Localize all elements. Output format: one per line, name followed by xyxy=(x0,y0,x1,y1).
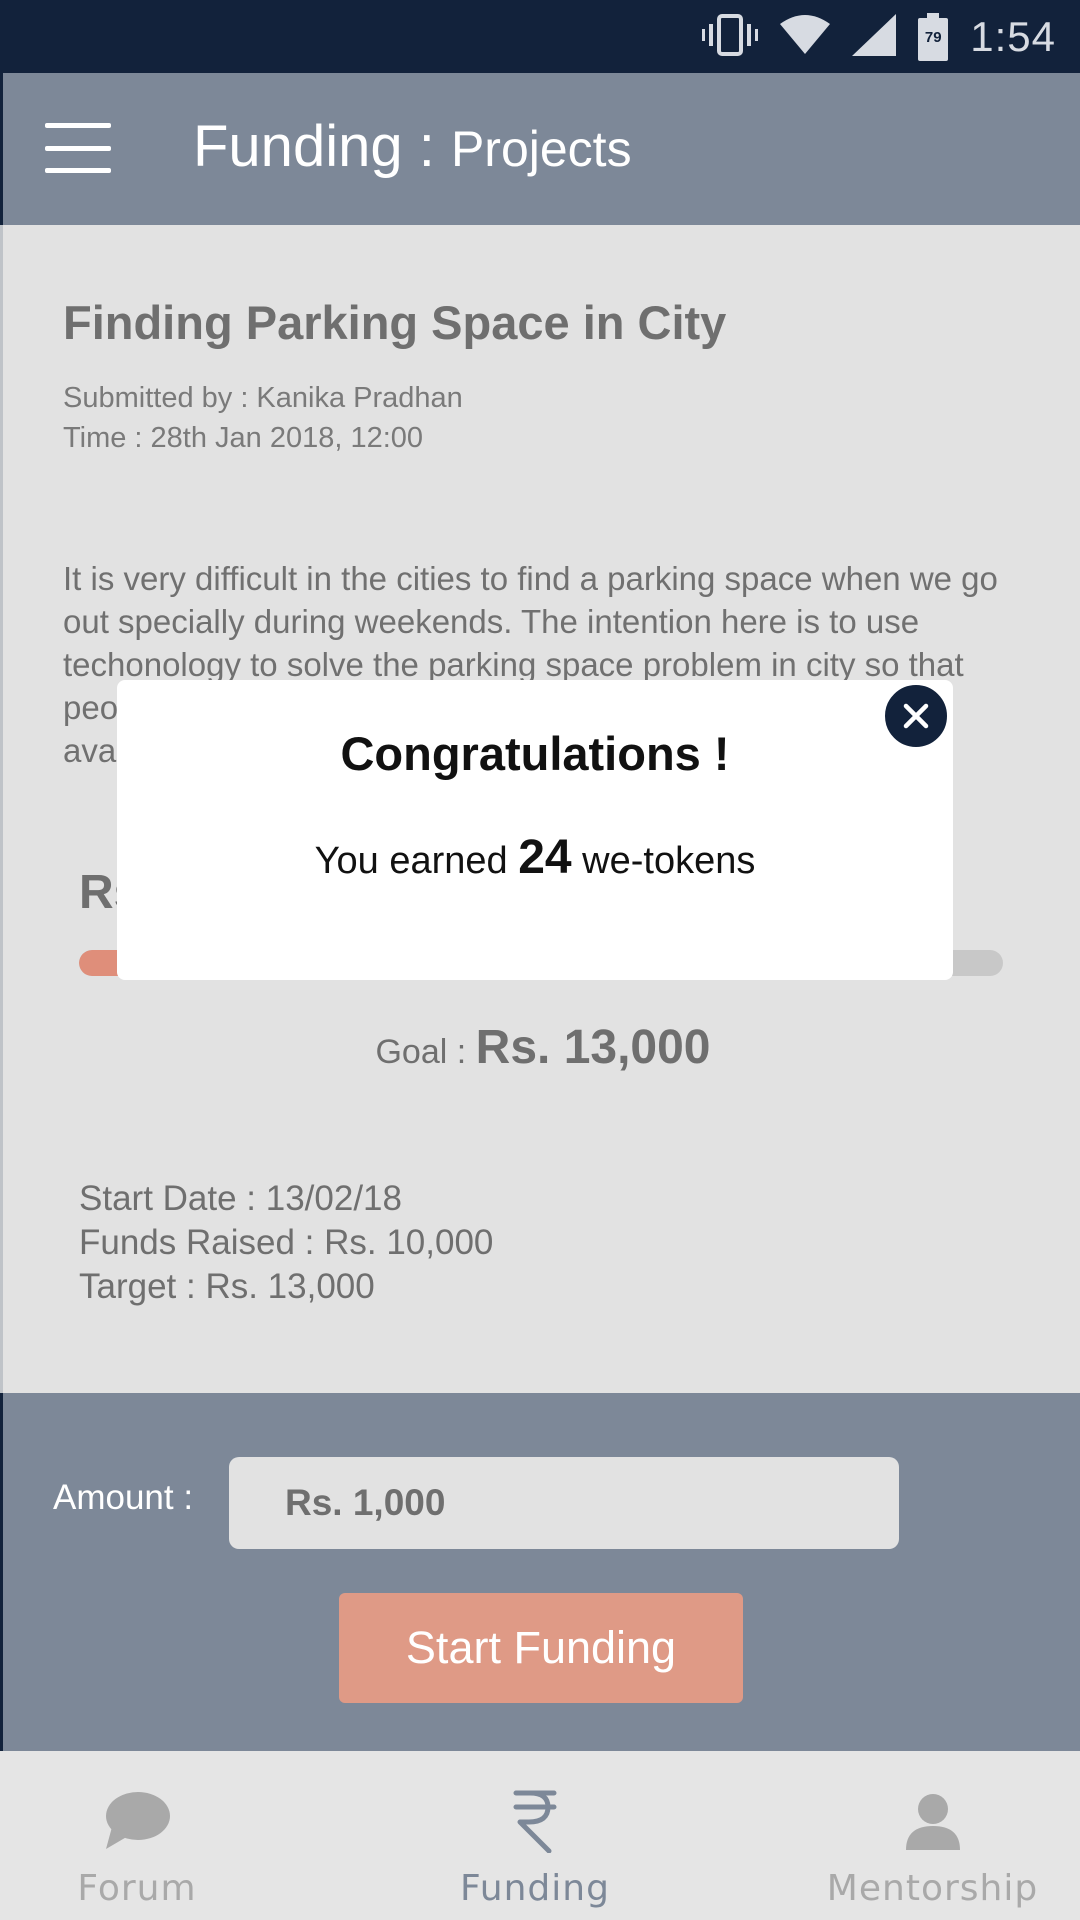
earned-tokens: 24 xyxy=(518,831,572,884)
dialog-message-suffix: we-tokens xyxy=(571,840,756,882)
dialog-message-prefix: You earned xyxy=(314,840,519,882)
close-icon xyxy=(903,703,929,729)
close-dialog-button[interactable] xyxy=(882,682,950,750)
congratulations-dialog: Congratulations ! You earned 24 we-token… xyxy=(117,680,953,980)
dialog-overlay: Congratulations ! You earned 24 we-token… xyxy=(0,0,1080,1920)
dialog-title: Congratulations ! xyxy=(340,727,730,780)
dialog-message: You earned 24 we-tokens xyxy=(117,830,953,885)
